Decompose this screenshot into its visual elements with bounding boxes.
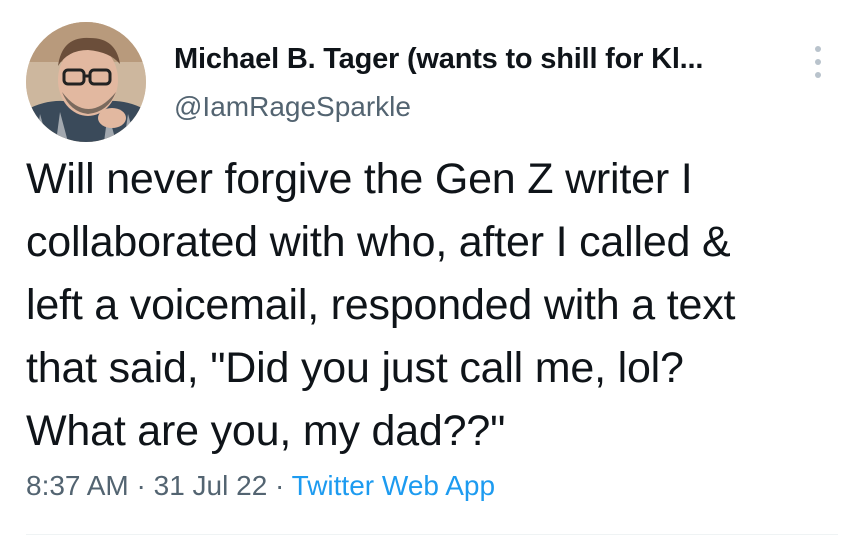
tweet-metadata: 8:37 AM · 31 Jul 22 · Twitter Web App bbox=[26, 470, 495, 502]
tweet-time[interactable]: 8:37 AM bbox=[26, 470, 129, 501]
tweet-date[interactable]: 31 Jul 22 bbox=[154, 470, 268, 501]
tweet-card: Michael B. Tager (wants to shill for Kl.… bbox=[0, 0, 864, 539]
more-dot bbox=[815, 72, 821, 78]
avatar-photo bbox=[26, 22, 146, 142]
divider bbox=[26, 534, 838, 535]
meta-separator: · bbox=[275, 470, 285, 501]
more-options-icon[interactable] bbox=[806, 40, 830, 84]
tweet-source-link[interactable]: Twitter Web App bbox=[292, 470, 495, 501]
avatar[interactable] bbox=[26, 22, 146, 142]
tweet-text: Will never forgive the Gen Z writer I co… bbox=[26, 155, 736, 455]
more-dot bbox=[815, 46, 821, 52]
more-dot bbox=[815, 59, 821, 65]
author-display-name[interactable]: Michael B. Tager (wants to shill for Kl.… bbox=[174, 43, 703, 76]
meta-separator: · bbox=[136, 470, 146, 501]
author-handle[interactable]: @IamRageSparkle bbox=[174, 91, 411, 123]
